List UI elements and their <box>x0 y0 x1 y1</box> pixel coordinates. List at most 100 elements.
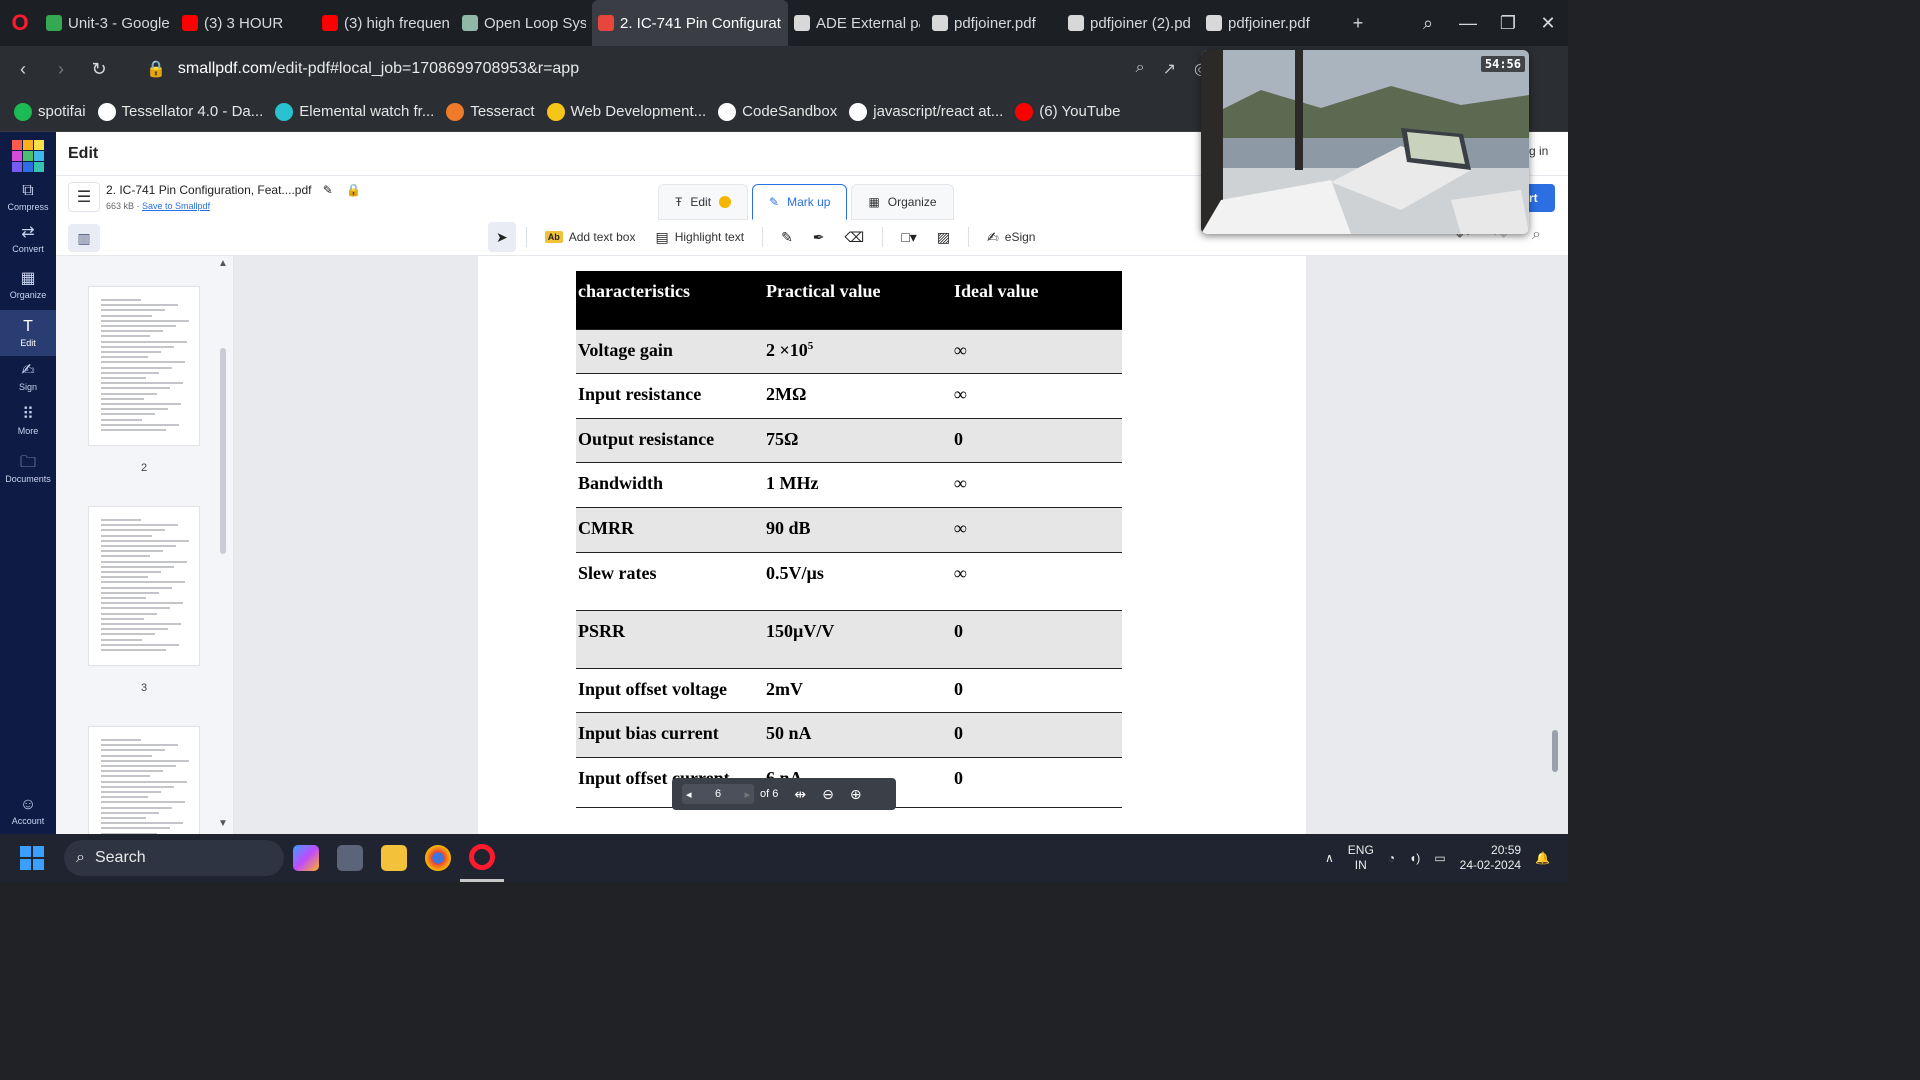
taskbar-search[interactable]: ⌕ Search <box>64 840 284 876</box>
document-scrollbar[interactable] <box>1552 730 1558 772</box>
shape-tool[interactable]: □▾ <box>893 222 924 252</box>
eraser-tool[interactable]: ⌫ <box>837 222 873 252</box>
bookmark-item[interactable]: Tesseract <box>446 102 535 121</box>
scroll-down-icon[interactable]: ▼ <box>218 818 228 829</box>
battery-icon[interactable]: ▭ <box>1434 851 1445 865</box>
minimize-icon[interactable]: — <box>1448 13 1488 34</box>
table-row: PSRR 150µV/V 0 <box>576 610 1122 669</box>
page-thumbnail[interactable] <box>88 726 200 834</box>
bookmark-label: javascript/react at... <box>873 103 1004 120</box>
start-button[interactable] <box>0 834 64 882</box>
document-area: characteristics Practical value Ideal va… <box>234 256 1568 834</box>
google-drive-icon <box>46 15 62 31</box>
opera-logo-icon[interactable]: O <box>0 0 40 46</box>
search-document-icon[interactable]: ⌕ <box>1532 226 1541 244</box>
tab[interactable]: pdfjoiner.pdf <box>1200 0 1336 46</box>
show-hidden-icons-icon[interactable]: ∧ <box>1325 851 1334 865</box>
bookmark-item[interactable]: spotifai <box>14 102 86 121</box>
rail-item-edit[interactable]: T Edit <box>0 310 56 356</box>
tab-mark-up[interactable]: ✎ Mark up <box>752 184 848 220</box>
fit-width-icon[interactable]: ⇹ <box>794 786 806 803</box>
prev-page-icon[interactable]: ◂ <box>686 788 692 801</box>
pen-tool[interactable]: ✒ <box>805 222 833 252</box>
wifi-icon[interactable]: ◔ <box>1388 851 1395 865</box>
close-window-icon[interactable]: ✕ <box>1528 13 1568 34</box>
file-name[interactable]: 2. IC-741 Pin Configuration, Feat... <box>106 183 291 197</box>
zoom-in-icon[interactable]: ⊕ <box>850 786 862 803</box>
next-page-icon[interactable]: ▸ <box>744 788 750 801</box>
rename-pencil-icon[interactable]: ✎ <box>323 183 333 197</box>
scroll-up-icon[interactable]: ▲ <box>218 258 228 269</box>
language-indicator[interactable]: ENG IN <box>1348 843 1374 873</box>
pencil-tool[interactable]: ✎ <box>773 222 801 252</box>
header-practical-value: Practical value <box>764 271 952 330</box>
rail-item-compress[interactable]: ⧉ Compress <box>0 174 56 220</box>
notification-bell-icon[interactable]: 🔔 <box>1535 851 1550 865</box>
rail-item-organize[interactable]: ▦ Organize <box>0 262 56 308</box>
sidebar-toggle-button[interactable]: ▥ <box>68 224 100 252</box>
opera-app[interactable] <box>460 834 504 882</box>
esign-tool[interactable]: ✍ eSign <box>979 222 1043 252</box>
tab-organize[interactable]: ▦ Organize <box>851 184 954 220</box>
page-thumbnail[interactable] <box>88 506 200 666</box>
file-explorer-app[interactable] <box>372 834 416 882</box>
bookmark-item[interactable]: Tessellator 4.0 - Da... <box>97 102 263 121</box>
lock-file-icon[interactable]: 🔒 <box>346 183 361 197</box>
rail-item-more[interactable]: ⠿ More <box>0 398 56 444</box>
tab[interactable]: (3) 3 HOUR <box>176 0 316 46</box>
thumbnail-scrollbar[interactable] <box>220 348 226 554</box>
calculator-icon <box>337 845 363 871</box>
new-tab-button[interactable]: + <box>1338 13 1378 34</box>
share-icon[interactable]: ↗ <box>1163 59 1176 79</box>
restore-icon[interactable]: ❐ <box>1488 13 1528 34</box>
menu-button[interactable]: ☰ <box>68 182 100 212</box>
highlight-text-tool[interactable]: ▤ Highlight text <box>647 222 752 252</box>
back-icon[interactable]: ‹ <box>4 59 42 80</box>
ideal-value-cell: ∞ <box>952 329 1122 374</box>
image-tool[interactable]: ▨ <box>929 222 958 252</box>
account-button[interactable]: ☺ Account <box>0 788 56 834</box>
tab-active[interactable]: 2. IC-741 Pin Configurat <box>592 0 788 46</box>
calculator-app[interactable] <box>328 834 372 882</box>
tab[interactable]: ADE External pa <box>788 0 926 46</box>
tab-label: Open Loop Syst <box>484 14 586 32</box>
bookmark-item[interactable]: Elemental watch fr... <box>275 102 434 121</box>
url-field[interactable]: 🔒 smallpdf.com/edit-pdf#local_job=170869… <box>146 59 579 79</box>
rail-item-sign[interactable]: ✍ Sign <box>0 354 56 400</box>
tab-edit[interactable]: Ŧ Edit <box>658 184 749 220</box>
page-thumbnail[interactable] <box>88 286 200 446</box>
add-text-box-tool[interactable]: Ab Add text box <box>537 222 644 252</box>
esign-label: eSign <box>1004 230 1036 244</box>
bookmark-item[interactable]: CodeSandbox <box>718 102 838 121</box>
tab[interactable]: Open Loop Syst <box>456 0 592 46</box>
smallpdf-logo-icon[interactable] <box>12 140 44 172</box>
zoom-out-icon[interactable]: ⊖ <box>822 786 834 803</box>
tab[interactable]: pdfjoiner.pdf <box>926 0 1062 46</box>
copilot-app[interactable] <box>284 834 328 882</box>
login-button[interactable]: g in <box>1529 144 1568 164</box>
rail-item-convert[interactable]: ⇄ Convert <box>0 216 56 262</box>
clock[interactable]: 20:59 24-02-2024 <box>1460 843 1521 873</box>
page-number-input[interactable]: 6 <box>715 788 721 800</box>
volume-icon[interactable]: ◖) <box>1409 851 1420 865</box>
rail-item-documents[interactable]: 🗀 Documents <box>0 446 56 492</box>
reload-icon[interactable]: ↻ <box>80 59 118 80</box>
bookmark-item[interactable]: javascript/react at... <box>849 102 1004 121</box>
tab[interactable]: pdfjoiner (2).pd <box>1062 0 1200 46</box>
save-to-smallpdf-link[interactable]: Save to Smallpdf <box>142 201 210 211</box>
forward-icon[interactable]: › <box>42 59 80 80</box>
page-navigation: ◂ 6 ▸ of 6 ⇹ ⊖ ⊕ <box>672 778 896 810</box>
search-tabs-icon[interactable]: ⌕ <box>1408 13 1448 34</box>
picture-in-picture-video[interactable]: 54:56 <box>1201 50 1529 234</box>
add-text-box-label: Add text box <box>568 230 636 244</box>
bookmark-item[interactable]: Web Development... <box>546 102 706 121</box>
select-tool[interactable]: ➤ <box>488 222 516 252</box>
bookmark-item[interactable]: (6) YouTube <box>1015 102 1120 121</box>
page-number-field[interactable]: ◂ 6 ▸ <box>682 784 754 804</box>
export-button[interactable]: rt <box>1529 184 1555 212</box>
bookmark-label: CodeSandbox <box>742 103 838 120</box>
chrome-app[interactable] <box>416 834 460 882</box>
tab[interactable]: Unit-3 - Google <box>40 0 176 46</box>
zoom-icon[interactable]: ⌕ <box>1136 59 1145 79</box>
tab[interactable]: (3) high frequen <box>316 0 456 46</box>
